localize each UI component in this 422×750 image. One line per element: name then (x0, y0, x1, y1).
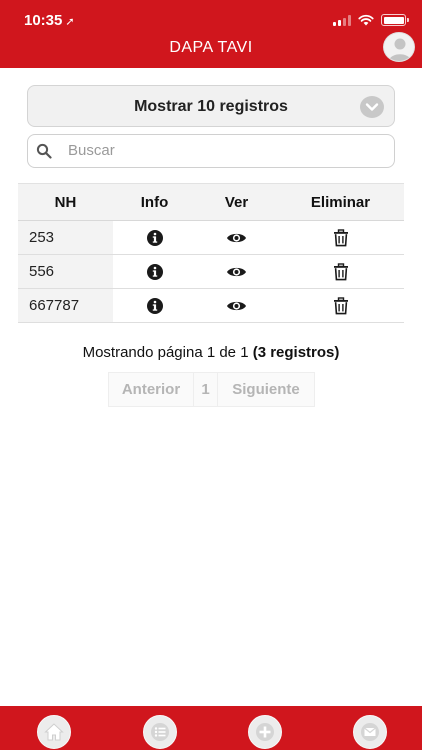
tab-home[interactable] (37, 715, 71, 749)
cellular-signal-icon (333, 14, 351, 26)
info-button[interactable] (113, 289, 196, 322)
chevron-down-icon (360, 96, 384, 118)
cell-nh: 253 (18, 221, 113, 254)
view-button[interactable] (196, 255, 277, 288)
info-button[interactable] (113, 221, 196, 254)
records-per-page-label: Mostrar 10 registros (134, 98, 288, 115)
table-row: 556 (18, 255, 404, 289)
bottom-tab-bar (0, 706, 422, 750)
search-icon (36, 143, 52, 159)
page-1-button[interactable]: 1 (194, 373, 218, 406)
app-header: 10:35 ➚ DAPA TAVI (0, 0, 422, 68)
pagination-info-text: Mostrando página 1 de 1 (82, 344, 249, 361)
delete-button[interactable] (277, 289, 404, 322)
pagination-info: Mostrando página 1 de 1 (3 registros) (0, 344, 422, 361)
home-icon (44, 723, 64, 741)
plus-icon (256, 723, 274, 741)
eye-icon (227, 301, 246, 310)
column-header-nh[interactable]: NH (18, 184, 113, 220)
tab-add[interactable] (248, 715, 282, 749)
view-button[interactable] (196, 289, 277, 322)
info-circle-icon (146, 297, 163, 314)
records-table: NH Info Ver Eliminar 253 556 667787 (18, 183, 404, 323)
next-page-button[interactable]: Siguiente (218, 373, 314, 406)
eye-icon (227, 233, 246, 242)
delete-button[interactable] (277, 255, 404, 288)
table-row: 253 (18, 221, 404, 255)
tab-list[interactable] (143, 715, 177, 749)
info-circle-icon (146, 263, 163, 280)
column-header-ver[interactable]: Ver (196, 184, 277, 220)
page-title: DAPA TAVI (169, 39, 253, 56)
view-button[interactable] (196, 221, 277, 254)
column-header-eliminar[interactable]: Eliminar (277, 184, 404, 220)
previous-page-button[interactable]: Anterior (109, 373, 194, 406)
pagination-record-count: (3 registros) (252, 344, 340, 361)
delete-button[interactable] (277, 221, 404, 254)
location-arrow-icon: ➚ (65, 16, 75, 28)
table-header: NH Info Ver Eliminar (18, 183, 404, 221)
status-time-text: 10:35 (24, 12, 63, 29)
battery-icon (381, 14, 409, 26)
tab-mail[interactable] (353, 715, 387, 749)
trash-icon (333, 296, 348, 314)
wifi-icon (358, 14, 374, 26)
records-per-page-select[interactable]: Mostrar 10 registros (27, 85, 395, 127)
user-avatar-icon[interactable] (383, 32, 415, 62)
cell-nh: 667787 (18, 289, 113, 322)
status-time: 10:35 ➚ (24, 12, 75, 29)
search-input[interactable] (68, 135, 388, 166)
column-header-info[interactable]: Info (113, 184, 196, 220)
eye-icon (227, 267, 246, 276)
info-button[interactable] (113, 255, 196, 288)
list-icon (151, 723, 169, 741)
trash-icon (333, 262, 348, 280)
search-field[interactable] (27, 134, 395, 168)
status-indicators (333, 14, 409, 26)
table-row: 667787 (18, 289, 404, 323)
cell-nh: 556 (18, 255, 113, 288)
pagination-controls: Anterior 1 Siguiente (108, 372, 315, 407)
info-circle-icon (146, 229, 163, 246)
mail-icon (361, 723, 379, 741)
trash-icon (333, 228, 348, 246)
